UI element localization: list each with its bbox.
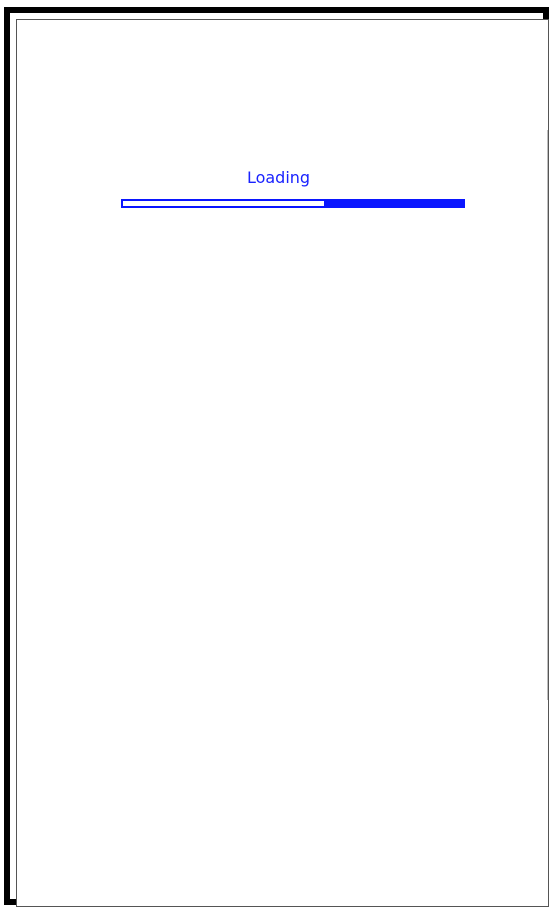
loading-progress-bar <box>121 199 465 208</box>
loading-label: Loading <box>246 168 311 187</box>
device-frame <box>4 7 549 907</box>
app-screen <box>16 19 549 907</box>
screen-edge-divider <box>547 130 548 700</box>
loading-progress-fill <box>324 199 465 208</box>
